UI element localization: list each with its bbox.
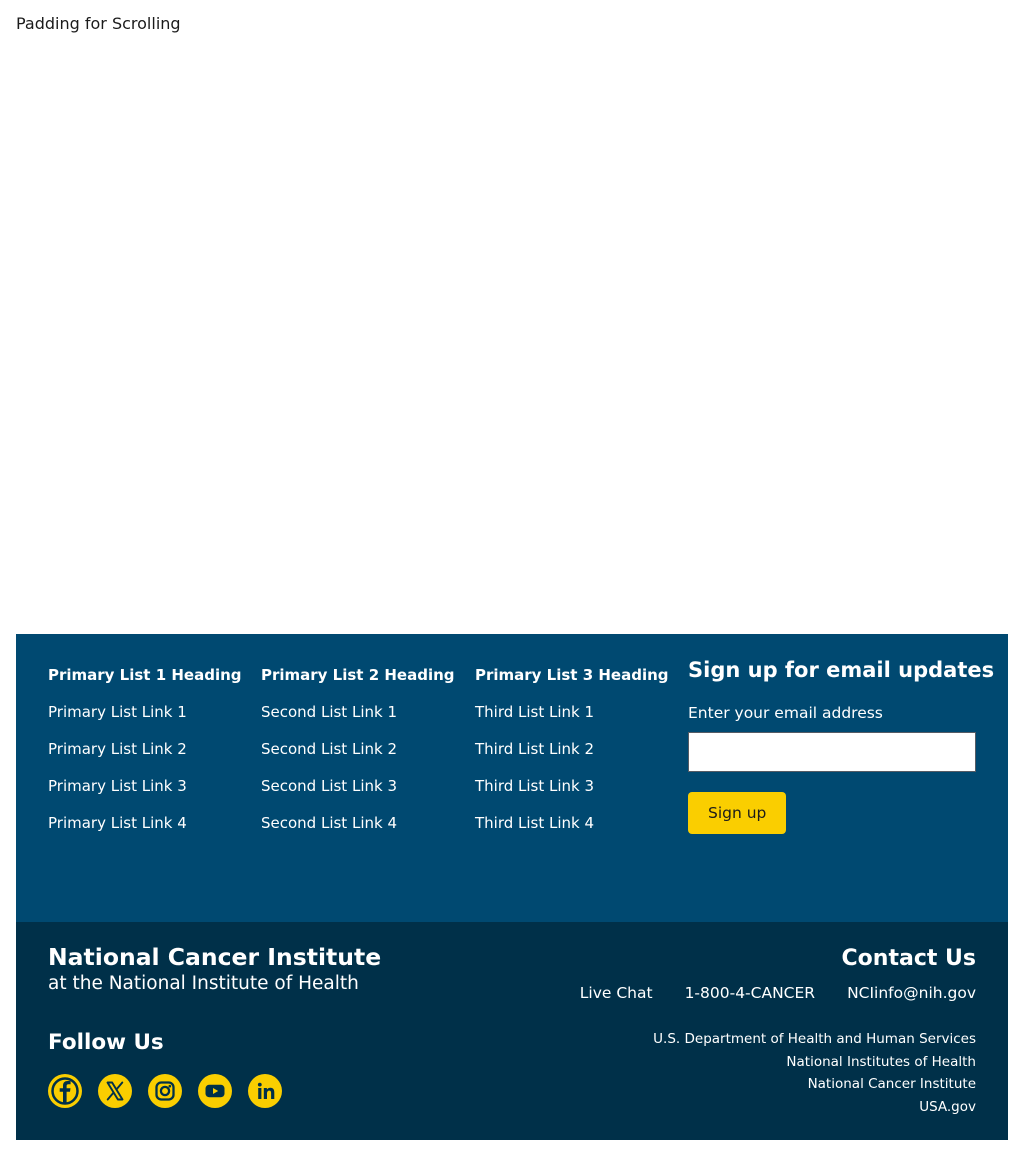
- footer-link[interactable]: Primary List Link 4: [48, 812, 242, 835]
- footer-secondary: National Cancer Institute at the Nationa…: [16, 922, 1008, 1140]
- nci-logo[interactable]: National Cancer Institute at the Nationa…: [48, 942, 381, 996]
- footer-list-1: Primary List 1 Heading Primary List Link…: [48, 664, 242, 849]
- agency-links: U.S. Department of Health and Human Serv…: [653, 1028, 976, 1119]
- linkedin-icon[interactable]: [248, 1074, 282, 1108]
- follow-us-title: Follow Us: [48, 1030, 164, 1055]
- footer-link[interactable]: Third List Link 2: [475, 738, 669, 761]
- social-links: [48, 1074, 282, 1108]
- footer-list-2: Primary List 2 Heading Second List Link …: [261, 664, 455, 849]
- logo-name: National Cancer Institute: [48, 943, 382, 971]
- email-label: Enter your email address: [688, 704, 883, 722]
- agency-link-usagov[interactable]: USA.gov: [653, 1096, 976, 1119]
- instagram-icon[interactable]: [148, 1074, 182, 1108]
- footer-link[interactable]: Second List Link 3: [261, 775, 455, 798]
- youtube-icon[interactable]: [198, 1074, 232, 1108]
- email-link[interactable]: NCIinfo@nih.gov: [847, 981, 976, 1005]
- signup-button[interactable]: Sign up: [688, 792, 787, 834]
- contact-links: Live Chat 1-800-4-CANCER NCIinfo@nih.gov: [580, 981, 976, 1005]
- footer-link[interactable]: Second List Link 1: [261, 701, 455, 724]
- footer-list-heading: Primary List 1 Heading: [48, 666, 242, 684]
- facebook-icon[interactable]: [48, 1074, 82, 1108]
- email-signup-form: Sign up for email updates Enter your ema…: [688, 656, 995, 834]
- footer-link[interactable]: Primary List Link 2: [48, 738, 242, 761]
- contact-us-title: Contact Us: [841, 946, 976, 971]
- footer-list-heading: Primary List 3 Heading: [475, 666, 669, 684]
- footer-link[interactable]: Primary List Link 3: [48, 775, 242, 798]
- agency-link-nih[interactable]: National Institutes of Health: [653, 1051, 976, 1074]
- footer-link[interactable]: Primary List Link 1: [48, 701, 242, 724]
- footer-link[interactable]: Third List Link 1: [475, 701, 669, 724]
- logo-subtitle: at the National Institute of Health: [48, 973, 359, 994]
- agency-link-hhs[interactable]: U.S. Department of Health and Human Serv…: [653, 1028, 976, 1051]
- footer-primary: Primary List 1 Heading Primary List Link…: [16, 634, 1008, 922]
- footer-link[interactable]: Third List Link 3: [475, 775, 669, 798]
- footer-list-3: Primary List 3 Heading Third List Link 1…: [475, 664, 669, 849]
- x-icon[interactable]: [98, 1074, 132, 1108]
- footer-list-heading: Primary List 2 Heading: [261, 666, 455, 684]
- footer-link[interactable]: Second List Link 4: [261, 812, 455, 835]
- footer-link[interactable]: Second List Link 2: [261, 738, 455, 761]
- footer-link[interactable]: Third List Link 4: [475, 812, 669, 835]
- signup-title: Sign up for email updates: [688, 658, 995, 682]
- email-input[interactable]: [688, 732, 976, 772]
- agency-link-nci[interactable]: National Cancer Institute: [653, 1073, 976, 1096]
- padding-text: Padding for Scrolling: [16, 14, 181, 33]
- live-chat-link[interactable]: Live Chat: [580, 981, 653, 1005]
- phone-link[interactable]: 1-800-4-CANCER: [685, 981, 816, 1005]
